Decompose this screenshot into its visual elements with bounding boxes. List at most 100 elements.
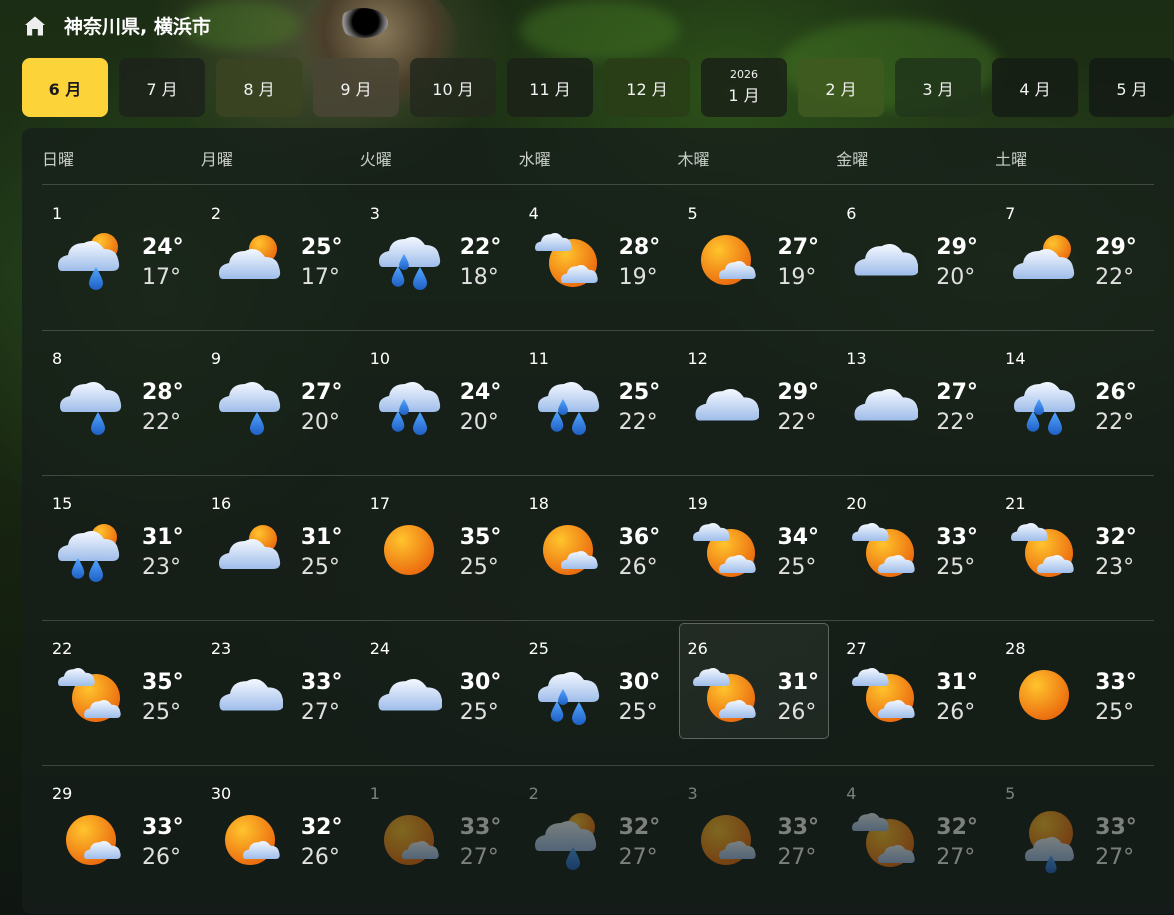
day-number: 12 bbox=[687, 349, 708, 368]
home-icon[interactable] bbox=[22, 13, 48, 39]
low-temp: 22° bbox=[142, 410, 181, 435]
weekday-label: 火曜 bbox=[359, 150, 392, 169]
month-tab[interactable]: 2026 1 月 bbox=[701, 58, 787, 117]
day-cell[interactable]: 8 28° 22° bbox=[42, 330, 201, 475]
month-tab[interactable]: 11 月 bbox=[507, 58, 593, 117]
day-number: 26 bbox=[687, 639, 708, 658]
sun-small-cloud-icon bbox=[693, 227, 759, 293]
high-temp: 24° bbox=[142, 235, 184, 260]
day-cell[interactable]: 3 22° 18° bbox=[360, 185, 519, 330]
day-number: 13 bbox=[846, 349, 867, 368]
day-cell[interactable]: 19 34° 25° bbox=[677, 475, 836, 620]
day-number: 9 bbox=[210, 349, 222, 368]
day-number: 4 bbox=[528, 204, 539, 223]
day-cell[interactable]: 10 24° 20° bbox=[360, 330, 519, 475]
heavy-rain-icon bbox=[1011, 372, 1077, 438]
low-temp: 22° bbox=[1095, 410, 1135, 435]
low-temp: 23° bbox=[1095, 555, 1135, 580]
day-number: 30 bbox=[210, 784, 232, 803]
day-cell[interactable]: 23 33° 27° bbox=[201, 620, 360, 765]
cloud-sun-icon bbox=[217, 227, 283, 293]
sun-clouds-icon bbox=[693, 662, 759, 728]
high-temp: 33° bbox=[142, 815, 184, 840]
day-cell[interactable]: 13 27° 22° bbox=[836, 330, 995, 475]
day-cell[interactable]: 2 25° 17° bbox=[201, 185, 360, 330]
day-cell[interactable]: 6 29° 20° bbox=[836, 185, 995, 330]
high-temp: 33° bbox=[300, 670, 343, 695]
sun-small-cloud-icon bbox=[217, 807, 283, 873]
rain-cloud-sun-icon bbox=[534, 807, 601, 873]
low-temp: 26° bbox=[936, 700, 976, 725]
day-cell[interactable]: 18 36° 26° bbox=[519, 475, 678, 620]
high-temp: 32° bbox=[1095, 525, 1137, 550]
sun-small-cloud-icon bbox=[535, 517, 601, 583]
low-temp: 25° bbox=[142, 700, 181, 725]
day-cell[interactable]: 30 32° 26° bbox=[201, 765, 360, 910]
divider bbox=[42, 330, 1154, 331]
month-tab[interactable]: 5 月 bbox=[1089, 58, 1174, 117]
day-cell-today[interactable]: 26 31° 26° bbox=[677, 620, 836, 765]
sun-clouds-icon bbox=[1011, 517, 1077, 583]
day-cell[interactable]: 15 31° 23° bbox=[42, 475, 201, 620]
day-number: 19 bbox=[687, 494, 708, 513]
high-temp: 32° bbox=[618, 815, 661, 840]
day-cell[interactable]: 1 33° 27° bbox=[360, 765, 519, 910]
day-cell[interactable]: 16 31° 25° bbox=[201, 475, 360, 620]
day-cell[interactable]: 1 24° 17° bbox=[42, 185, 201, 330]
day-cell[interactable]: 29 33° 26° bbox=[42, 765, 201, 910]
day-cell[interactable]: 11 25° 22° bbox=[519, 330, 678, 475]
day-cell[interactable]: 24 30° 25° bbox=[360, 620, 519, 765]
day-cell[interactable]: 4 32° 27° bbox=[836, 765, 995, 910]
high-temp: 35° bbox=[142, 670, 184, 695]
high-temp: 31° bbox=[142, 525, 184, 550]
sun-icon bbox=[376, 517, 442, 583]
week-row: 15 31° 23° 16 31° 25° 17 35° 25° 18 36° 26° 19 3… bbox=[42, 475, 1154, 620]
day-cell[interactable]: 9 27° 20° bbox=[201, 330, 360, 475]
day-cell[interactable]: 20 33° 25° bbox=[836, 475, 995, 620]
day-cell[interactable]: 21 32° 23° bbox=[995, 475, 1154, 620]
low-temp: 22° bbox=[936, 410, 976, 435]
month-tab[interactable]: 4 月 bbox=[992, 58, 1078, 117]
month-tab[interactable]: 6 月 bbox=[22, 58, 108, 117]
day-cell[interactable]: 22 35° 25° bbox=[42, 620, 201, 765]
month-tab[interactable]: 7 月 bbox=[119, 58, 205, 117]
day-cell[interactable]: 2 32° 27° bbox=[519, 765, 678, 910]
high-temp: 31° bbox=[300, 525, 343, 550]
high-temp: 26° bbox=[1095, 380, 1137, 405]
day-cell[interactable]: 7 29° 22° bbox=[995, 185, 1154, 330]
day-cell[interactable]: 4 28° 19° bbox=[519, 185, 678, 330]
low-temp: 19° bbox=[777, 265, 817, 290]
month-tab[interactable]: 9 月 bbox=[313, 58, 399, 117]
day-cell[interactable]: 12 29° 22° bbox=[677, 330, 836, 475]
month-tab-label: 11 月 bbox=[529, 79, 571, 99]
day-cell[interactable]: 3 33° 27° bbox=[677, 765, 836, 910]
day-number: 2 bbox=[210, 204, 222, 223]
low-temp: 25° bbox=[936, 555, 976, 580]
month-tab[interactable]: 2 月 bbox=[798, 58, 884, 117]
day-cell[interactable]: 27 31° 26° bbox=[836, 620, 995, 765]
day-cell[interactable]: 17 35° 25° bbox=[360, 475, 519, 620]
sun-clouds-icon bbox=[852, 807, 918, 873]
rain-cloud-icon bbox=[58, 372, 124, 438]
high-temp: 29° bbox=[936, 235, 978, 260]
month-tab[interactable]: 3 月 bbox=[895, 58, 981, 117]
day-number: 3 bbox=[687, 784, 698, 803]
day-number: 1 bbox=[369, 784, 380, 803]
day-number: 22 bbox=[52, 639, 73, 658]
day-number: 21 bbox=[1005, 494, 1026, 513]
low-temp: 27° bbox=[300, 700, 340, 725]
month-tab[interactable]: 8 月 bbox=[216, 58, 302, 117]
low-temp: 25° bbox=[300, 555, 340, 580]
day-cell[interactable]: 5 27° 19° bbox=[677, 185, 836, 330]
day-cell[interactable]: 25 30° 25° bbox=[519, 620, 678, 765]
day-number: 8 bbox=[52, 349, 63, 368]
month-tab[interactable]: 12 月 bbox=[604, 58, 690, 117]
low-temp: 20° bbox=[300, 410, 340, 435]
month-tab[interactable]: 10 月 bbox=[410, 58, 496, 117]
day-cell[interactable]: 14 26° 22° bbox=[995, 330, 1154, 475]
day-cell[interactable]: 28 33° 25° bbox=[995, 620, 1154, 765]
day-number: 3 bbox=[369, 204, 380, 223]
divider bbox=[42, 475, 1154, 476]
day-cell[interactable]: 5 33° 27° bbox=[995, 765, 1154, 910]
month-tab-label: 5 月 bbox=[1116, 79, 1148, 99]
